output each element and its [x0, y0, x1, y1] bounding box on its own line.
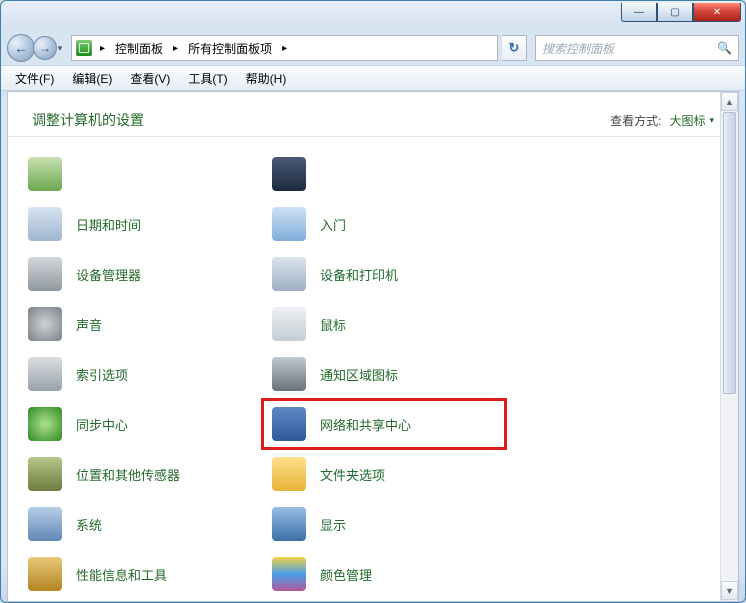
- cp-item[interactable]: 鼠标: [262, 299, 506, 349]
- cp-item[interactable]: 入门: [262, 199, 506, 249]
- view-by-dropdown[interactable]: 大图标 ▾: [669, 112, 714, 129]
- cp-item-label: 日期和时间: [76, 215, 141, 234]
- cp-item-icon: [28, 157, 62, 191]
- cp-item[interactable]: 同步中心: [18, 399, 262, 449]
- cp-item-icon: [272, 257, 306, 291]
- maximize-button[interactable]: ▢: [657, 3, 693, 22]
- cp-item-label: 显示: [320, 515, 346, 534]
- cp-item-icon: [272, 207, 306, 241]
- chevron-down-icon: ▾: [709, 115, 714, 126]
- close-button[interactable]: ✕: [693, 3, 741, 22]
- back-button[interactable]: ←: [7, 34, 35, 62]
- cp-item-icon: [272, 157, 306, 191]
- cp-item-icon: [28, 457, 62, 491]
- cp-item[interactable]: 通知区域图标: [262, 349, 506, 399]
- refresh-icon: ↻: [509, 40, 520, 56]
- breadcrumb-sep: ▸: [278, 43, 291, 54]
- window-controls: — ▢ ✕: [621, 3, 741, 22]
- cp-item[interactable]: 索引选项: [18, 349, 262, 399]
- search-placeholder: 搜索控制面板: [542, 40, 614, 57]
- cp-item-label: 入门: [320, 215, 346, 234]
- cp-item-icon: [272, 307, 306, 341]
- items-grid: 日期和时间 入门设备管理器 设备和打印机声音 鼠标索引选项 通知区域图标同步中心 网络和共…: [8, 137, 738, 602]
- cp-item[interactable]: 颜色管理: [262, 549, 506, 599]
- cp-item-label: 设备和打印机: [320, 265, 398, 284]
- cp-item-label: 系统: [76, 515, 102, 534]
- arrow-up-icon: ▲: [725, 97, 734, 107]
- search-box[interactable]: 搜索控制面板 🔍: [535, 35, 739, 61]
- cp-item[interactable]: [18, 149, 262, 199]
- cp-item-label: 索引选项: [76, 365, 128, 384]
- scroll-up-button[interactable]: ▲: [721, 92, 738, 111]
- cp-item-icon: [28, 357, 62, 391]
- minimize-button[interactable]: —: [621, 3, 657, 22]
- cp-item-label: 设备管理器: [76, 265, 141, 284]
- cp-item[interactable]: 网络和共享中心: [262, 399, 506, 449]
- cp-item-icon: [28, 407, 62, 441]
- menu-tools[interactable]: 工具(T): [180, 68, 235, 89]
- cp-item[interactable]: [262, 149, 506, 199]
- cp-item[interactable]: 文件夹选项: [262, 449, 506, 499]
- address-bar[interactable]: ▸ 控制面板 ▸ 所有控制面板项 ▸: [71, 35, 498, 61]
- cp-item[interactable]: 系统: [18, 499, 262, 549]
- cp-item-label: 性能信息和工具: [76, 565, 167, 584]
- cp-item-icon: [28, 507, 62, 541]
- cp-item-icon: [272, 357, 306, 391]
- back-icon: ←: [14, 40, 28, 56]
- nav-row: ← → ▾ ▸ 控制面板 ▸ 所有控制面板项 ▸ ↻ 搜索控制面板 🔍: [1, 31, 745, 65]
- content-header: 调整计算机的设置 查看方式: 大图标 ▾: [8, 92, 738, 137]
- arrow-down-icon: ▼: [725, 586, 734, 596]
- menu-view[interactable]: 查看(V): [122, 68, 178, 89]
- cp-item-icon: [272, 557, 306, 591]
- cp-item-label: 颜色管理: [320, 565, 372, 584]
- cp-item-icon: [272, 457, 306, 491]
- cp-item[interactable]: 设备管理器: [18, 249, 262, 299]
- menu-edit[interactable]: 编辑(E): [64, 68, 120, 89]
- view-by-label: 查看方式:: [610, 112, 661, 129]
- breadcrumb-sep: ▸: [96, 43, 109, 54]
- page-title: 调整计算机的设置: [32, 110, 144, 130]
- vertical-scrollbar[interactable]: ▲ ▼: [720, 92, 738, 601]
- cp-item[interactable]: 日期和时间: [18, 199, 262, 249]
- cp-item[interactable]: 英特尔(R) 图形和媒体: [262, 599, 506, 602]
- menu-help[interactable]: 帮助(H): [238, 68, 295, 89]
- titlebar: — ▢ ✕: [1, 1, 745, 31]
- cp-item-icon: [28, 207, 62, 241]
- cp-item[interactable]: 疑难解答: [18, 599, 262, 602]
- menu-bar: 文件(F) 编辑(E) 查看(V) 工具(T) 帮助(H): [1, 65, 745, 91]
- scroll-down-button[interactable]: ▼: [721, 581, 738, 600]
- cp-item-icon: [28, 307, 62, 341]
- cp-item[interactable]: 位置和其他传感器: [18, 449, 262, 499]
- cp-item-label: 文件夹选项: [320, 465, 385, 484]
- search-icon: 🔍: [717, 41, 732, 55]
- breadcrumb-sep: ▸: [169, 43, 182, 54]
- cp-item-label: 位置和其他传感器: [76, 465, 180, 484]
- cp-item-icon: [28, 257, 62, 291]
- chevron-down-icon: ▾: [58, 43, 63, 53]
- cp-item[interactable]: 设备和打印机: [262, 249, 506, 299]
- cp-item-label: 鼠标: [320, 315, 346, 334]
- cp-item[interactable]: 性能信息和工具: [18, 549, 262, 599]
- nav-buttons: ← → ▾: [7, 34, 67, 62]
- forward-icon: →: [39, 41, 51, 55]
- cp-item-icon: [272, 407, 306, 441]
- cp-item-label: 网络和共享中心: [320, 415, 411, 434]
- control-panel-icon: [76, 40, 92, 56]
- menu-file[interactable]: 文件(F): [7, 68, 62, 89]
- cp-item-label: 同步中心: [76, 415, 128, 434]
- cp-item-label: 通知区域图标: [320, 365, 398, 384]
- cp-item[interactable]: 声音: [18, 299, 262, 349]
- cp-item-icon: [272, 507, 306, 541]
- explorer-window: — ▢ ✕ ← → ▾ ▸ 控制面板 ▸ 所有控制面板项 ▸ ↻ 搜索控制面板 …: [0, 0, 746, 603]
- cp-item-label: 声音: [76, 315, 102, 334]
- cp-item[interactable]: 显示: [262, 499, 506, 549]
- scroll-thumb[interactable]: [723, 112, 736, 394]
- history-dropdown[interactable]: ▾: [53, 43, 67, 54]
- cp-item-icon: [28, 557, 62, 591]
- refresh-button[interactable]: ↻: [502, 35, 527, 61]
- content-pane: 调整计算机的设置 查看方式: 大图标 ▾ 日期和时间 入门设备管理器 设备和打印机声…: [7, 91, 739, 602]
- breadcrumb-all-items[interactable]: 所有控制面板项: [186, 40, 274, 57]
- view-by-value: 大图标: [669, 112, 705, 129]
- breadcrumb-control-panel[interactable]: 控制面板: [113, 40, 165, 57]
